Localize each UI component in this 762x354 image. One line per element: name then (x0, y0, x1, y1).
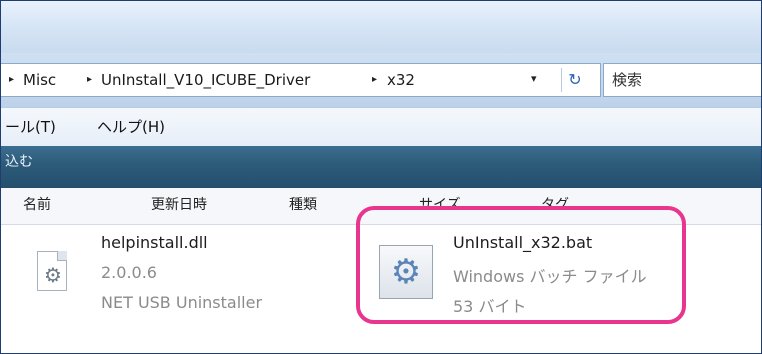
menu-tools[interactable]: ール(T) (5, 108, 56, 146)
search-input[interactable]: 検索 (603, 63, 761, 97)
address-bar[interactable]: ▸ Misc ▸ UnInstall_V10_ICUBE_Driver ▸ x3… (1, 63, 601, 97)
file-version: 2.0.0.6 (101, 263, 157, 282)
dll-gear-icon: ⚙ (37, 251, 67, 291)
column-type[interactable]: 種類 (289, 188, 317, 224)
breadcrumb-separator[interactable]: ▸ (9, 64, 14, 96)
breadcrumb-separator[interactable]: ▸ (87, 64, 92, 96)
refresh-icon[interactable]: ↻ (561, 68, 588, 92)
search-placeholder: 検索 (612, 71, 643, 89)
column-name[interactable]: 名前 (23, 188, 51, 224)
file-description: NET USB Uninstaller (101, 293, 263, 312)
menu-help[interactable]: ヘルプ(H) (97, 108, 165, 146)
breadcrumb-separator[interactable]: ▸ (372, 64, 377, 96)
breadcrumb-x32[interactable]: x32 (387, 64, 415, 96)
address-dropdown-icon[interactable]: ▾ (531, 72, 537, 85)
breadcrumb-misc[interactable]: Misc (23, 64, 56, 96)
gear-icon: ⚙ (44, 263, 62, 287)
title-bar (1, 1, 761, 53)
explorer-window: ▸ Misc ▸ UnInstall_V10_ICUBE_Driver ▸ x3… (0, 0, 762, 354)
breadcrumb-uninstall-folder[interactable]: UnInstall_V10_ICUBE_Driver (101, 64, 310, 96)
command-toolbar: 込む (1, 146, 761, 188)
column-date-modified[interactable]: 更新日時 (151, 188, 207, 224)
menu-bar: ール(T) ヘルプ(H) (1, 107, 761, 147)
highlight-box (356, 206, 686, 324)
toolbar-burn-button[interactable]: 込む (5, 146, 33, 178)
file-name: helpinstall.dll (101, 233, 208, 252)
file-corner (57, 251, 67, 261)
